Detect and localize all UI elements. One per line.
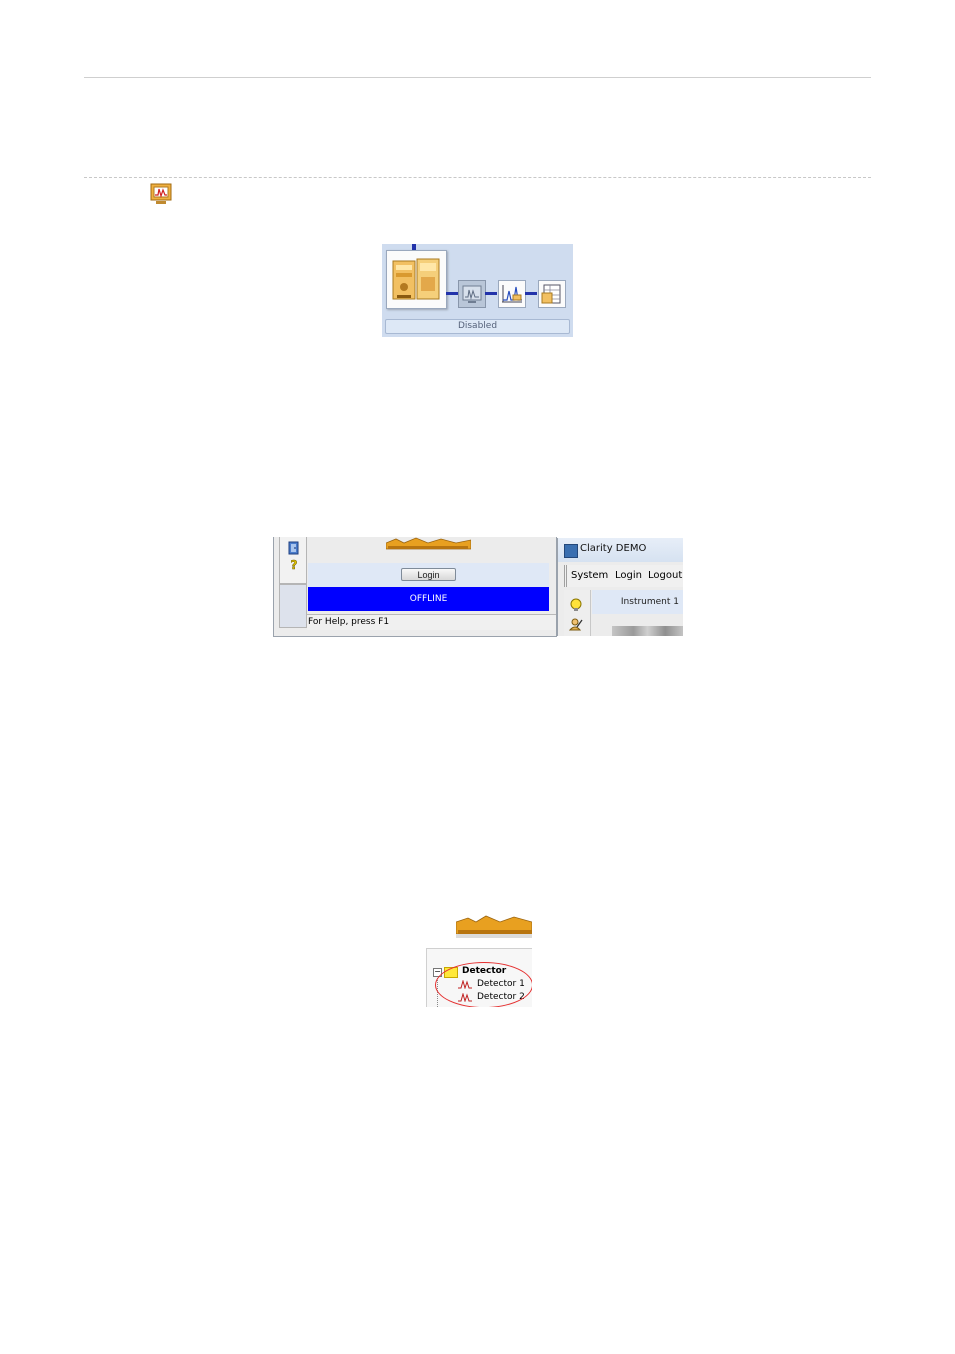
instrument-icon bbox=[392, 258, 440, 300]
monitor-icon bbox=[150, 183, 172, 204]
menu-logout[interactable]: Logout bbox=[648, 570, 682, 581]
calibration-icon bbox=[541, 284, 561, 304]
header-rule bbox=[84, 77, 871, 78]
monitor-tile[interactable] bbox=[458, 280, 486, 308]
instrument-image bbox=[612, 626, 683, 636]
status-badge: Disabled bbox=[385, 319, 570, 334]
login-bar: Login bbox=[308, 563, 549, 587]
app-icon bbox=[564, 544, 578, 558]
window-title: Clarity DEMO bbox=[580, 543, 647, 554]
instrument-image bbox=[386, 537, 471, 550]
menu-system[interactable]: System bbox=[571, 570, 608, 581]
tool-sidebar bbox=[564, 590, 591, 636]
instrument-image bbox=[456, 915, 532, 938]
chromatogram-tile[interactable] bbox=[498, 280, 526, 308]
section-divider bbox=[84, 177, 871, 178]
detector-tree-panel: − Detector Detector 1 Detector 2 bbox=[422, 912, 532, 1007]
menu-bar: System Login Logout bbox=[564, 565, 683, 587]
monitor-icon bbox=[462, 285, 482, 303]
help-icon[interactable]: ? bbox=[288, 558, 300, 572]
door-icon[interactable] bbox=[287, 541, 301, 555]
instrument-workflow-panel: Disabled bbox=[382, 244, 573, 337]
chromatogram-icon bbox=[502, 285, 522, 303]
main-window-fragment: ? Login OFFLINE For Help, press F1 bbox=[273, 537, 557, 637]
link-connector bbox=[446, 292, 458, 295]
title-bar: Clarity DEMO bbox=[558, 538, 683, 562]
link-connector bbox=[485, 292, 497, 295]
lightbulb-icon[interactable] bbox=[569, 598, 583, 612]
instrument-label: Instrument 1 bbox=[592, 590, 683, 614]
tool-sidebar: ? bbox=[279, 537, 307, 584]
menu-login[interactable]: Login bbox=[615, 570, 642, 581]
svg-text:?: ? bbox=[291, 558, 298, 572]
login-button[interactable]: Login bbox=[401, 568, 456, 581]
link-connector bbox=[525, 292, 537, 295]
clarity-window-fragment: Clarity DEMO System Login Logout Instrum… bbox=[557, 538, 683, 636]
instrument-tile[interactable] bbox=[386, 250, 447, 309]
highlight-circle bbox=[435, 962, 532, 1007]
status-bar: For Help, press F1 bbox=[307, 614, 556, 630]
calibration-tile[interactable] bbox=[538, 280, 566, 308]
tool-sidebar-lower bbox=[279, 584, 307, 628]
offline-status: OFFLINE bbox=[308, 587, 549, 611]
user-edit-icon[interactable] bbox=[569, 617, 583, 631]
